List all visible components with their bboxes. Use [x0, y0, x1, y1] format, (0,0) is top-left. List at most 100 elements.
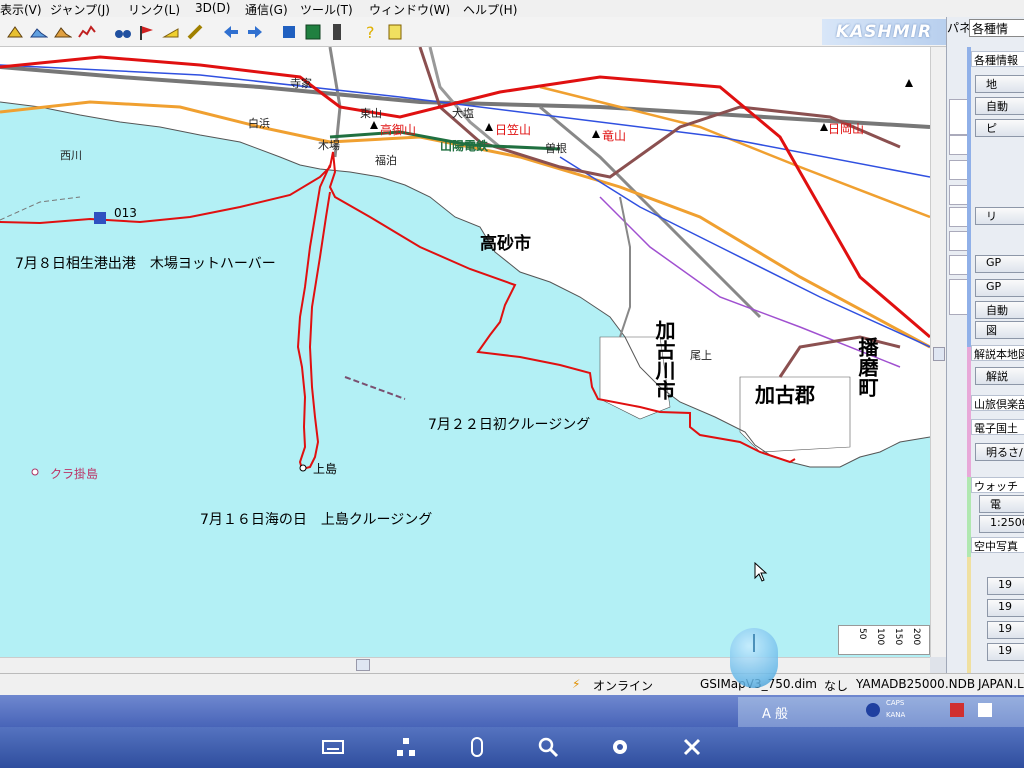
- keyboard-icon[interactable]: [321, 735, 345, 759]
- button-gps1[interactable]: GP: [975, 255, 1024, 273]
- scale-tick-100: 100: [875, 628, 885, 646]
- back-arrow-icon[interactable]: [222, 23, 240, 41]
- compass-icon[interactable]: [949, 185, 969, 205]
- menu-help[interactable]: ヘルプ(H): [463, 1, 517, 18]
- horizontal-scrollbar[interactable]: [0, 657, 930, 673]
- group-watch[interactable]: ウォッチ: [971, 477, 1024, 493]
- horizontal-scroll-thumb[interactable]: [356, 659, 370, 671]
- menu-window[interactable]: ウィンドウ(W): [369, 1, 450, 18]
- list-icon[interactable]: [949, 207, 969, 227]
- virtual-mouse-overlay[interactable]: [730, 628, 778, 688]
- menu-comm[interactable]: 通信(G): [245, 1, 288, 18]
- label-shirahama: 白浜: [248, 117, 270, 130]
- ime-indicator[interactable]: A 般: [762, 703, 788, 722]
- button-auto1[interactable]: 自動: [975, 97, 1024, 115]
- help-icon[interactable]: ?: [362, 23, 380, 41]
- gear-icon[interactable]: [608, 735, 632, 759]
- scale-tick-50: 50: [857, 628, 867, 640]
- button-pin[interactable]: ピ: [975, 119, 1024, 137]
- button-chi[interactable]: 地: [975, 75, 1024, 93]
- help-tray-icon[interactable]: [866, 703, 880, 717]
- button-year1[interactable]: 19: [987, 577, 1024, 595]
- book-icon[interactable]: [386, 23, 404, 41]
- landmark-icon[interactable]: [949, 99, 969, 135]
- group-denshi[interactable]: 電子国土: [971, 419, 1024, 435]
- mouse-icon[interactable]: [465, 735, 489, 759]
- label-kamishima: 上島: [313, 462, 338, 476]
- hierarchy-icon[interactable]: [394, 735, 418, 759]
- map-view[interactable]: 7月８日相生港出港 木場ヨットハーバー 7月２２日初クルージング 7月１６日海の…: [0, 47, 930, 657]
- group-yama[interactable]: 山旅倶楽部: [971, 395, 1024, 411]
- close-icon[interactable]: [680, 735, 704, 759]
- button-ri[interactable]: リ: [975, 207, 1024, 225]
- cheese-icon[interactable]: [162, 23, 180, 41]
- status-file2: YAMADB25000.NDB: [856, 677, 976, 691]
- menu-view[interactable]: 表示(V): [0, 1, 42, 18]
- label-start: 7月８日相生港出港 木場ヨットハーバー: [15, 256, 276, 272]
- toolbar: ?: [0, 17, 950, 47]
- status-file3: JAPAN.L: [978, 677, 1024, 691]
- vertical-scroll-thumb[interactable]: [933, 347, 945, 361]
- menu-tool[interactable]: ツール(T): [300, 1, 353, 18]
- boundary: [0, 196, 81, 221]
- label-higashiyama: 東山: [360, 107, 382, 120]
- status-bar: ⚡ オンライン GSIMapV3_750.dim なし YAMADB25000.…: [0, 673, 1024, 695]
- person-icon[interactable]: [949, 231, 969, 251]
- button-kaisetsu[interactable]: 解説: [975, 367, 1024, 385]
- label-route-no: 013: [114, 206, 137, 220]
- vertical-scrollbar[interactable]: [930, 47, 946, 657]
- group-commentary[interactable]: 解説本地図: [971, 345, 1024, 361]
- scale-tick-200: 200: [911, 628, 921, 646]
- forward-arrow-icon[interactable]: [246, 23, 264, 41]
- svg-text:?: ?: [366, 23, 375, 41]
- volume-tray-icon[interactable]: [978, 703, 992, 717]
- button-den[interactable]: 電: [979, 495, 1024, 513]
- panel-stripe-yellow: [967, 557, 971, 677]
- ruler-icon[interactable]: [186, 23, 204, 41]
- group-aerial[interactable]: 空中写真: [971, 537, 1024, 553]
- pushpin-icon[interactable]: [949, 279, 969, 315]
- panel-stripe-pink: [967, 347, 971, 477]
- button-scale[interactable]: 1:2500: [979, 515, 1024, 533]
- button-gps2[interactable]: GP: [975, 279, 1024, 297]
- label-kiba: 木場: [318, 139, 340, 152]
- label-kakogawa: 加古川市: [652, 320, 676, 400]
- status-online: オンライン: [593, 679, 654, 693]
- button-zu[interactable]: 図: [975, 321, 1024, 339]
- button-akarusa[interactable]: 明るさ/コ: [975, 443, 1024, 461]
- binoculars-icon[interactable]: [114, 23, 132, 41]
- button-year4[interactable]: 19: [987, 643, 1024, 661]
- terrain2-icon[interactable]: [54, 23, 72, 41]
- flag-icon[interactable]: [138, 23, 156, 41]
- jetty: [344, 376, 406, 400]
- label-oshio: 大塩: [452, 107, 474, 120]
- kurakake-dot: [31, 468, 39, 476]
- label-cruise-16: 7月１６日海の日 上島クルージング: [200, 512, 433, 528]
- menu-3d[interactable]: 3D(D): [195, 1, 230, 15]
- label-tera: 寺家: [290, 77, 312, 90]
- terrain-icon[interactable]: [30, 23, 48, 41]
- gps-device-icon[interactable]: [280, 23, 298, 41]
- caps-indicator: CAPS: [886, 699, 905, 707]
- menu-jump[interactable]: ジャンプ(J): [50, 1, 110, 18]
- map-3d-icon[interactable]: [6, 23, 24, 41]
- profile-icon[interactable]: [78, 23, 96, 41]
- security-tray-icon[interactable]: [950, 703, 964, 717]
- panel-select[interactable]: 各種情: [969, 19, 1024, 37]
- chart-icon[interactable]: [949, 255, 969, 275]
- remote-control-bar: [0, 727, 1024, 768]
- grid-icon[interactable]: [949, 160, 969, 180]
- film-icon[interactable]: [304, 23, 322, 41]
- label-harima: 播磨町: [855, 337, 879, 397]
- group-info[interactable]: 各種情報: [971, 51, 1024, 67]
- zoom-icon[interactable]: [536, 735, 560, 759]
- kana-indicator: KANA: [886, 711, 906, 719]
- label-takasago: 高砂市: [480, 234, 531, 254]
- flag-green-icon[interactable]: [949, 135, 969, 155]
- button-auto2[interactable]: 自動: [975, 301, 1024, 319]
- phone-icon[interactable]: [328, 23, 346, 41]
- button-year2[interactable]: 19: [987, 599, 1024, 617]
- system-tray: A 般 CAPS KANA: [738, 697, 1024, 727]
- menu-link[interactable]: リンク(L): [128, 1, 180, 18]
- button-year3[interactable]: 19: [987, 621, 1024, 639]
